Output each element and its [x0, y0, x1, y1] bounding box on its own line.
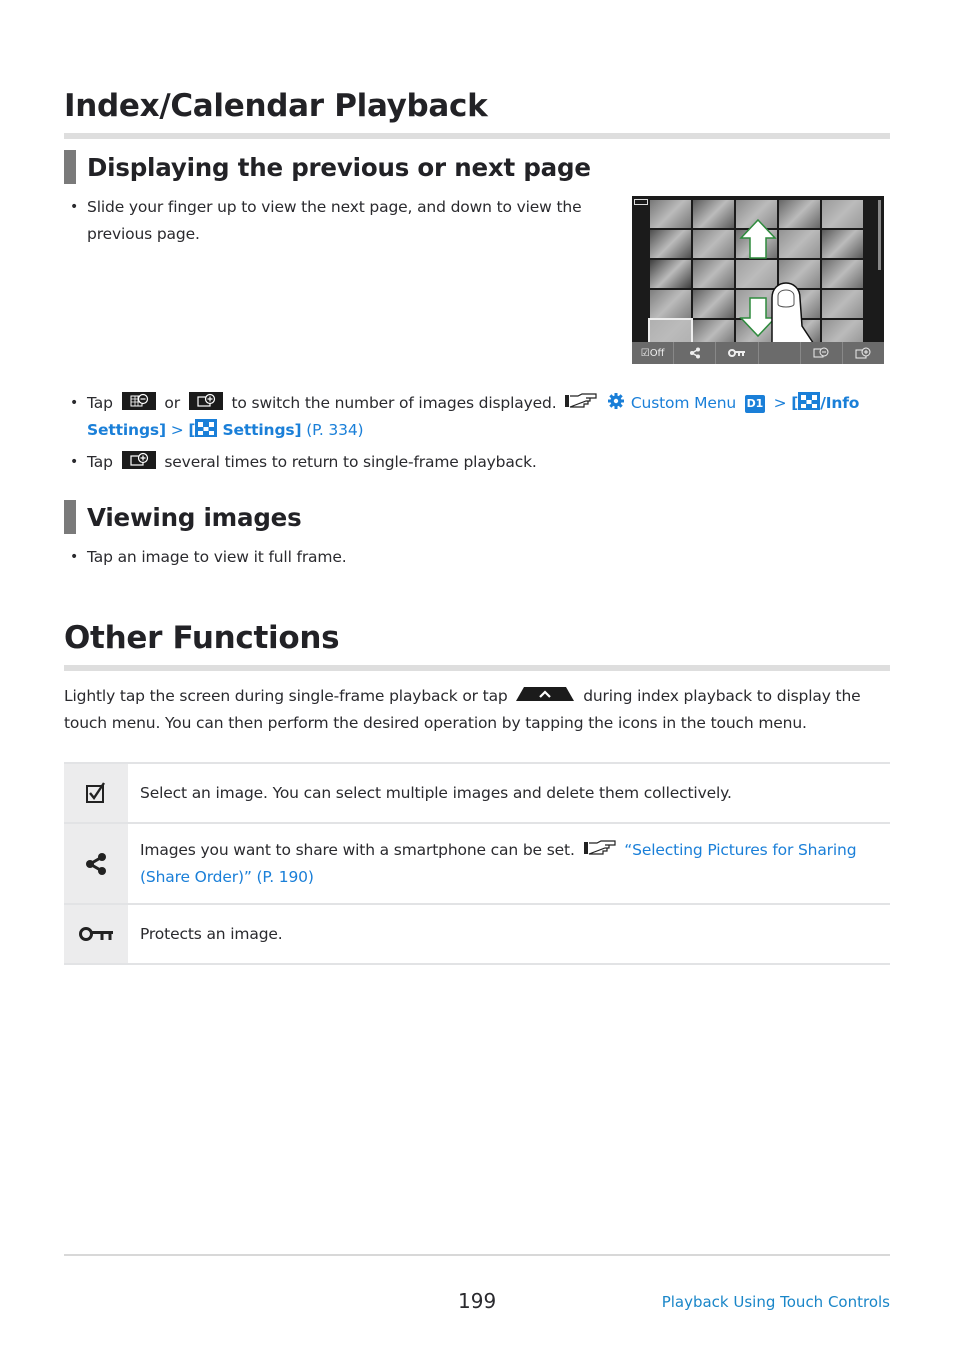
text-tap: Tap	[87, 453, 113, 471]
bracket: [	[791, 394, 799, 412]
function-description: Select an image. You can select multiple…	[140, 783, 732, 802]
page-title-other-functions: Other Functions	[64, 620, 340, 656]
breadcrumb-separator: >	[170, 421, 184, 439]
footer-rule	[64, 1254, 890, 1256]
reference-pointer-icon	[583, 839, 616, 855]
camera-touch-toolbar: ☑ Off	[632, 342, 884, 364]
gear-icon	[608, 393, 625, 409]
zoom-in-button-icon	[121, 451, 156, 469]
zoom-in-button-icon	[188, 392, 223, 410]
bullet-slide: • Slide your finger up to view the next …	[70, 194, 615, 248]
toolbar-select-off: ☑ Off	[632, 342, 675, 364]
share-icon	[689, 347, 700, 359]
toolbar-share	[674, 342, 717, 364]
link-settings[interactable]: [ Settings]	[188, 419, 302, 439]
section-heading-prev-next: Displaying the previous or next page	[64, 150, 591, 184]
bullet-body: Tap several times to return to single-fr…	[70, 449, 900, 476]
table-icon-cell	[64, 905, 128, 963]
toolbar-zoom-in	[843, 342, 884, 364]
footer-section-link[interactable]: Playback Using Touch Controls	[662, 1293, 890, 1311]
key-icon	[79, 927, 113, 941]
page-title-index-calendar: Index/Calendar Playback	[64, 88, 488, 124]
reference-pointer-icon	[565, 393, 597, 408]
index-grid-icon	[798, 392, 821, 410]
title-rule	[64, 665, 890, 671]
checkbox-icon	[86, 782, 105, 803]
d1-badge-icon: D1	[744, 395, 765, 413]
touch-menu-tab-icon	[516, 687, 575, 701]
section-heading-viewing: Viewing images	[64, 500, 302, 534]
share-icon	[86, 852, 106, 875]
table-text-cell: Protects an image.	[128, 905, 890, 963]
table-row: Protects an image.	[64, 905, 890, 965]
touch-menu-functions-table: Select an image. You can select multiple…	[64, 762, 890, 965]
text-return-desc: several times to return to single-frame …	[164, 453, 537, 471]
function-description: Images you want to share with a smartpho…	[140, 840, 575, 859]
toolbar-label: Off	[649, 347, 665, 359]
heading-bar	[64, 150, 76, 184]
toolbar-index-out	[801, 342, 843, 364]
toolbar-protect	[716, 342, 759, 364]
table-icon-cell	[64, 824, 128, 903]
checkbox-off-icon: ☑	[640, 347, 650, 359]
bullet-return-single: • Tap several times to return to single-…	[70, 449, 900, 476]
bullet-text: Tap an image to view it full frame.	[87, 548, 347, 566]
table-row: Images you want to share with a smartpho…	[64, 824, 890, 905]
bullet-view-full: • Tap an image to view it full frame.	[70, 544, 900, 571]
index-grid-icon	[195, 419, 218, 437]
table-row: Select an image. You can select multiple…	[64, 764, 890, 824]
key-icon	[727, 349, 745, 357]
bracket: [	[188, 421, 196, 439]
table-icon-cell	[64, 764, 128, 822]
title-rule	[64, 133, 890, 139]
function-description: Protects an image.	[140, 924, 283, 943]
bullet-text: Slide your finger up to view the next pa…	[87, 198, 582, 243]
bullet-body: Tap or to switch the number of images di…	[70, 390, 900, 444]
up-arrow-icon	[739, 218, 777, 259]
section-heading-text: Displaying the previous or next page	[87, 152, 591, 182]
bullet-switch-count: • Tap or to switch the number of images …	[70, 390, 900, 444]
bullet-dot: •	[70, 454, 79, 470]
text-switch-desc: to switch the number of images displayed…	[231, 394, 557, 412]
link-settings-text: Settings]	[222, 421, 302, 439]
index-zoom-out-icon	[813, 347, 829, 358]
intro-text-1: Lightly tap the screen during single-fra…	[64, 687, 508, 705]
link-page-190[interactable]: (P. 190)	[257, 868, 314, 886]
text-tap: Tap	[87, 394, 113, 412]
table-text-cell: Select an image. You can select multiple…	[128, 764, 890, 822]
section-heading-text: Viewing images	[87, 502, 302, 532]
bullet-dot: •	[70, 395, 79, 411]
index-zoom-out-button-icon	[121, 392, 156, 410]
link-page-334[interactable]: (P. 334)	[306, 421, 363, 439]
zoom-in-icon	[855, 347, 871, 359]
down-arrow-icon	[739, 297, 777, 338]
other-intro-paragraph: Lightly tap the screen during single-fra…	[64, 683, 894, 737]
heading-bar	[64, 500, 76, 534]
toolbar-blank	[759, 342, 801, 364]
page-number: 199	[458, 1289, 497, 1313]
bullet-dot: •	[70, 199, 79, 215]
table-text-cell: Images you want to share with a smartpho…	[128, 824, 890, 903]
breadcrumb-separator: >	[773, 394, 787, 412]
camera-index-screen-illustration: ☑ Off	[632, 196, 884, 364]
link-custom-menu[interactable]: Custom Menu	[631, 394, 736, 412]
gesture-overlay	[739, 218, 828, 364]
text-or: or	[164, 394, 180, 412]
bullet-dot: •	[70, 549, 79, 565]
